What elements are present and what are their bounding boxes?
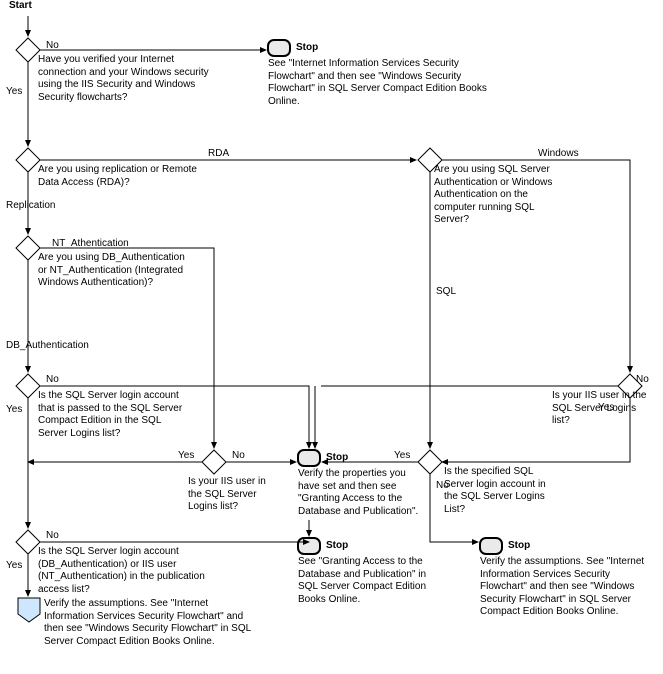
decision-d8-text: Is your IIS user in the SQL Server Login…: [552, 390, 654, 428]
diamond-d3: [16, 236, 40, 260]
stop3-text: See "Granting Access to the Database and…: [298, 556, 430, 606]
stop3-label: Stop: [326, 540, 348, 551]
diamond-d9: [418, 450, 442, 474]
edge-d2-repl: Replication: [6, 200, 55, 211]
terminator-stop1: [268, 40, 290, 56]
stop1-label: Stop: [296, 42, 318, 53]
edge-d1-no: No: [46, 40, 59, 51]
display-end1: [18, 598, 40, 622]
stop2-label: Stop: [326, 452, 348, 463]
diamond-d2: [16, 148, 40, 172]
diamond-d6: [16, 530, 40, 554]
edge-d3-nt: NT_Athentication: [52, 238, 129, 249]
edge-d4-no: No: [46, 374, 59, 385]
decision-d1-text: Have you verified your Internet connecti…: [38, 54, 220, 104]
edge-d6-no: No: [46, 530, 59, 541]
edge-d2-rda: RDA: [208, 148, 229, 159]
decision-d3-text: Are you using DB_Authentication or NT_Au…: [38, 252, 190, 290]
edge-d7-win: Windows: [538, 148, 579, 159]
decision-d5-text: Is your IIS user in the SQL Server Login…: [188, 476, 272, 514]
decision-d2-text: Are you using replication or Remote Data…: [38, 164, 200, 189]
edge-d5-yes: Yes: [178, 450, 194, 461]
diamond-d1: [16, 38, 40, 62]
decision-d4-text: Is the SQL Server login account that is …: [38, 390, 190, 440]
stop4-text: Verify the assumptions. See "Internet In…: [480, 556, 656, 619]
edge-d5-no: No: [232, 450, 245, 461]
edge-d9-yes: Yes: [394, 450, 410, 461]
edge-d8-no: No: [636, 374, 649, 385]
edge-d7-sql: SQL: [436, 286, 456, 297]
stop4-label: Stop: [508, 540, 530, 551]
stop1-text: See "Internet Information Services Secur…: [268, 58, 496, 108]
decision-d9-text: Is the specified SQL Server login accoun…: [444, 466, 556, 516]
start-label: Start: [9, 0, 32, 11]
edge-d3-db: DB_Authentication: [6, 340, 89, 351]
diamond-d5: [202, 450, 226, 474]
diamond-d4: [16, 374, 40, 398]
edge-d4-yes: Yes: [6, 404, 22, 415]
decision-d6-text: Is the SQL Server login account (DB_Auth…: [38, 546, 238, 596]
edge-d1-yes: Yes: [6, 86, 22, 97]
decision-d7-text: Are you using SQL Server Authentication …: [434, 164, 554, 227]
terminator-stop3: [298, 538, 320, 554]
display-end1-text: Verify the assumptions. See "Internet In…: [44, 598, 252, 648]
edge-d6-yes: Yes: [6, 560, 22, 571]
terminator-stop4: [480, 538, 502, 554]
stop2-text: Verify the properties you have set and t…: [298, 468, 420, 518]
terminator-stop2: [298, 450, 320, 466]
